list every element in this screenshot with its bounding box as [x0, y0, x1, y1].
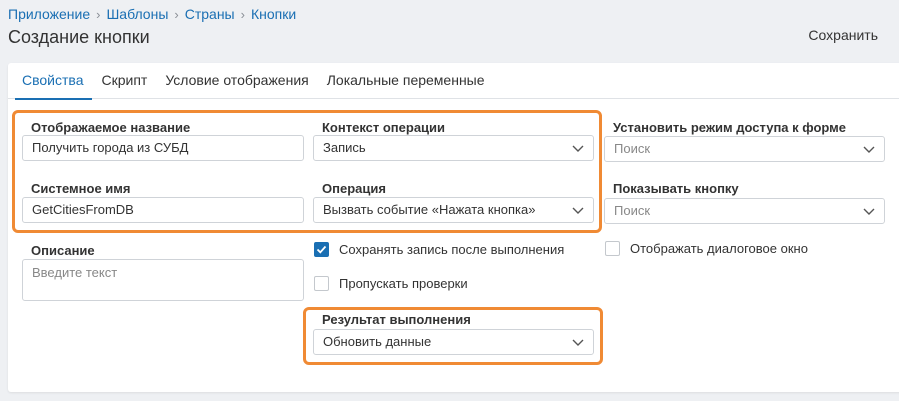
operation-select[interactable]: Вызвать событие «Нажата кнопка»	[313, 197, 594, 223]
system-name-input[interactable]: GetCitiesFromDB	[22, 197, 304, 223]
chevron-right-icon: ›	[96, 6, 101, 22]
tab-script[interactable]: Скрипт	[92, 63, 156, 98]
chevron-down-icon	[572, 145, 584, 152]
context-value: Запись	[323, 140, 366, 155]
chevron-down-icon	[572, 207, 584, 214]
system-name-label: Системное имя	[31, 181, 131, 196]
description-textarea[interactable]: Введите текст	[22, 259, 304, 301]
show-dialog-checkbox[interactable]	[605, 241, 620, 256]
result-select[interactable]: Обновить данные	[313, 329, 594, 355]
chevron-down-icon	[572, 339, 584, 346]
operation-label: Операция	[322, 181, 386, 196]
show-dialog-checkbox-row[interactable]: Отображать диалоговое окно	[605, 241, 808, 256]
save-after-checkbox[interactable]	[314, 242, 329, 257]
access-mode-select[interactable]: Поиск	[604, 136, 885, 162]
check-icon	[316, 245, 327, 254]
tab-properties[interactable]: Свойства	[15, 63, 93, 100]
skip-checks-checkbox[interactable]	[314, 276, 329, 291]
breadcrumb-item-templates[interactable]: Шаблоны	[106, 6, 168, 22]
page-title: Создание кнопки	[8, 27, 150, 47]
access-mode-label: Установить режим доступа к форме	[613, 120, 847, 135]
form-card: Свойства Скрипт Условие отображения Лока…	[8, 63, 899, 392]
context-select[interactable]: Запись	[313, 135, 594, 161]
access-mode-placeholder: Поиск	[614, 141, 651, 156]
result-label: Результат выполнения	[322, 312, 471, 327]
show-dialog-label: Отображать диалоговое окно	[630, 241, 808, 256]
display-name-label: Отображаемое название	[31, 120, 191, 135]
show-button-placeholder: Поиск	[614, 203, 651, 218]
display-name-input[interactable]: Получить города из СУБД	[22, 135, 304, 161]
save-button[interactable]: Сохранить	[808, 27, 878, 43]
tab-display-condition[interactable]: Условие отображения	[156, 63, 317, 98]
save-after-checkbox-row[interactable]: Сохранять запись после выполнения	[314, 242, 564, 257]
chevron-down-icon	[863, 146, 875, 153]
skip-checks-label: Пропускать проверки	[339, 276, 468, 291]
breadcrumb-item-countries[interactable]: Страны	[185, 6, 235, 22]
context-label: Контекст операции	[322, 120, 446, 135]
chevron-down-icon	[863, 208, 875, 215]
chevron-right-icon: ›	[240, 6, 245, 22]
tab-local-variables[interactable]: Локальные переменные	[318, 63, 494, 98]
description-label: Описание	[31, 243, 95, 258]
skip-checks-checkbox-row[interactable]: Пропускать проверки	[314, 276, 468, 291]
breadcrumb-item-buttons[interactable]: Кнопки	[251, 6, 296, 22]
chevron-right-icon: ›	[174, 6, 179, 22]
save-after-label: Сохранять запись после выполнения	[339, 242, 565, 257]
tab-bar: Свойства Скрипт Условие отображения Лока…	[8, 63, 899, 100]
breadcrumb: Приложение › Шаблоны › Страны › Кнопки	[8, 6, 296, 22]
operation-value: Вызвать событие «Нажата кнопка»	[323, 202, 536, 217]
show-button-select[interactable]: Поиск	[604, 198, 885, 224]
show-button-label: Показывать кнопку	[613, 181, 739, 196]
breadcrumb-item-app[interactable]: Приложение	[8, 6, 90, 22]
result-value: Обновить данные	[323, 334, 432, 349]
